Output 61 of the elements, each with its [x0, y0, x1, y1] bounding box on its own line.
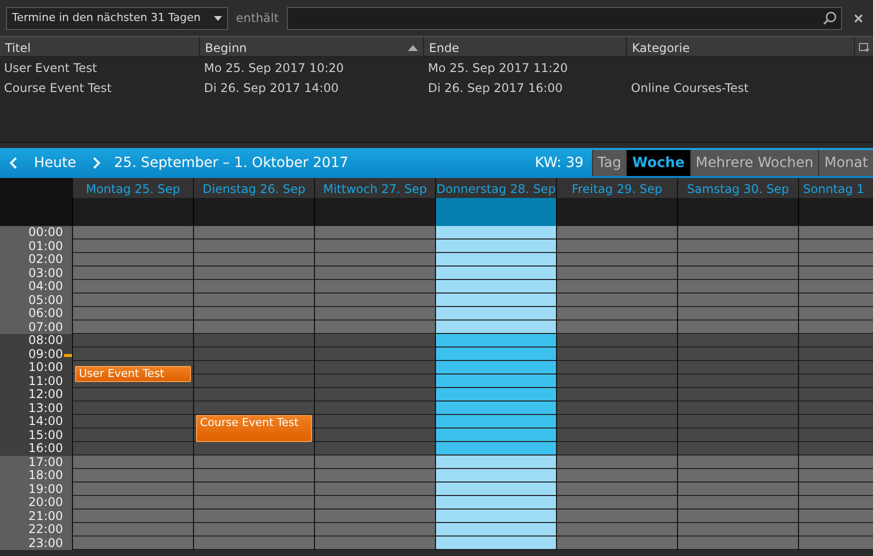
day-column[interactable]: [435, 226, 556, 550]
time-label: 07:00: [0, 320, 72, 334]
contains-label: enthält: [236, 10, 279, 27]
calendar-event[interactable]: Course Event Test: [196, 415, 312, 442]
table-cell-text: Mo 25. Sep 2017 10:20: [203, 60, 345, 77]
time-label: 12:00: [0, 388, 72, 402]
time-label: 15:00: [0, 428, 72, 442]
day-header[interactable]: Sonntag 1: [798, 178, 873, 198]
time-label: 19:00: [0, 482, 72, 496]
time-label: 11:00: [0, 374, 72, 388]
calendar-event[interactable]: User Event Test: [75, 366, 191, 382]
view-tab[interactable]: Woche: [626, 150, 690, 176]
time-label: 21:00: [0, 510, 72, 523]
time-label: 09:00: [0, 348, 72, 361]
time-label: 14:00: [0, 415, 72, 428]
today-button[interactable]: Heute: [26, 152, 84, 174]
time-label: 01:00: [0, 240, 72, 253]
search-field[interactable]: [286, 6, 842, 30]
time-label: 23:00: [0, 536, 72, 550]
day-column[interactable]: User Event Test: [72, 226, 193, 550]
table-cell-text: Online Courses-Test: [630, 80, 750, 97]
time-label: 18:00: [0, 469, 72, 482]
time-label: 05:00: [0, 294, 72, 307]
time-label: 16:00: [0, 442, 72, 456]
day-header[interactable]: Samstag 30. Sep: [677, 178, 798, 198]
caret-icon: [214, 16, 222, 20]
range-value: Termine in den nächsten 31 Tagen: [12, 10, 201, 26]
time-label: 10:00: [0, 361, 72, 374]
time-label: 20:00: [0, 496, 72, 510]
table-cell-text: Mo 25. Sep 2017 11:20: [427, 60, 569, 77]
week-number: KW: 39: [534, 154, 584, 172]
time-label: 02:00: [0, 253, 72, 266]
search-icon: [823, 11, 837, 25]
day-header[interactable]: Freitag 29. Sep: [556, 178, 677, 198]
time-label: 22:00: [0, 523, 72, 536]
table-cell-text: Di 26. Sep 2017 14:00: [203, 80, 340, 97]
time-label: 08:00: [0, 334, 72, 348]
time-label: 06:00: [0, 307, 72, 320]
column-chooser-icon[interactable]: [858, 43, 870, 53]
chevron-right-icon: [92, 156, 102, 169]
view-tab[interactable]: Monat: [818, 150, 873, 176]
time-label: 03:00: [0, 266, 72, 280]
day-header[interactable]: Donnerstag 28. Sep: [435, 178, 556, 198]
range-dropdown[interactable]: Termine in den nächsten 31 Tagen: [6, 6, 228, 30]
table-cell-text: User Event Test: [3, 60, 98, 77]
date-range-title: 25. September – 1. Oktober 2017: [114, 154, 348, 172]
time-label: 13:00: [0, 402, 72, 415]
day-header[interactable]: Dienstag 26. Sep: [193, 178, 314, 198]
view-tab[interactable]: Mehrere Wochen: [690, 150, 818, 176]
chevron-left-icon: [8, 156, 18, 169]
time-label: 04:00: [0, 280, 72, 294]
time-label: 17:00: [0, 456, 72, 469]
view-tab[interactable]: Tag: [592, 150, 626, 176]
day-header[interactable]: Montag 25. Sep: [72, 178, 193, 198]
header-corner: [0, 178, 72, 198]
table-cell-text: Di 26. Sep 2017 16:00: [427, 80, 564, 97]
day-column[interactable]: Course Event Test: [193, 226, 314, 550]
time-label: 00:00: [0, 226, 72, 240]
close-icon[interactable]: [854, 14, 863, 22]
day-header[interactable]: Mittwoch 27. Sep: [314, 178, 435, 198]
table-cell-text: Course Event Test: [3, 80, 113, 97]
